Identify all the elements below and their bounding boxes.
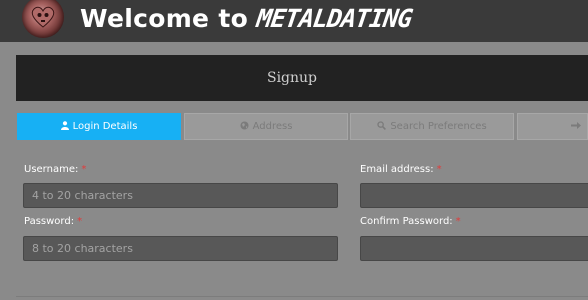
globe-icon — [240, 121, 249, 133]
divider — [16, 296, 588, 297]
signup-title-bar: Signup — [16, 55, 588, 101]
email-label-text: Email address: — [360, 164, 434, 175]
signup-page: Welcome to METALDATING Signup Login Deta… — [0, 0, 588, 300]
step-label: Login Details — [72, 121, 138, 132]
confirm-password-field[interactable] — [360, 236, 588, 261]
email-label: Email address: * — [360, 164, 442, 175]
required-marker: * — [455, 216, 461, 227]
step-search-preferences[interactable]: Search Preferences — [350, 113, 514, 140]
user-icon — [60, 120, 69, 133]
username-label: Username: * — [24, 164, 86, 175]
heart-skull-icon — [31, 6, 55, 28]
password-label: Password: * — [24, 216, 82, 227]
step-login-details[interactable]: Login Details — [17, 113, 181, 140]
step-next[interactable] — [517, 113, 588, 140]
site-header: Welcome to METALDATING — [0, 0, 588, 42]
username-placeholder: 4 to 20 characters — [32, 189, 133, 202]
logo[interactable] — [22, 0, 64, 38]
email-field[interactable] — [360, 183, 588, 208]
required-marker: * — [436, 164, 442, 175]
username-field[interactable]: 4 to 20 characters — [23, 183, 338, 208]
search-icon — [377, 120, 387, 133]
welcome-text: Welcome to — [80, 4, 249, 33]
password-label-text: Password: — [24, 216, 75, 227]
site-title: Welcome to METALDATING — [80, 4, 414, 33]
step-label: Search Preferences — [390, 121, 487, 132]
password-field[interactable]: 8 to 20 characters — [23, 236, 338, 261]
required-marker: * — [81, 164, 87, 175]
confirm-password-label-text: Confirm Password: — [360, 216, 453, 227]
password-placeholder: 8 to 20 characters — [32, 242, 133, 255]
arrow-right-icon — [571, 121, 581, 133]
required-marker: * — [77, 216, 83, 227]
page-title: Signup — [266, 70, 318, 86]
step-label: Address — [252, 121, 293, 132]
username-label-text: Username: — [24, 164, 79, 175]
confirm-password-label: Confirm Password: * — [360, 216, 461, 227]
step-address[interactable]: Address — [184, 113, 348, 140]
brand-name: METALDATING — [255, 4, 414, 33]
